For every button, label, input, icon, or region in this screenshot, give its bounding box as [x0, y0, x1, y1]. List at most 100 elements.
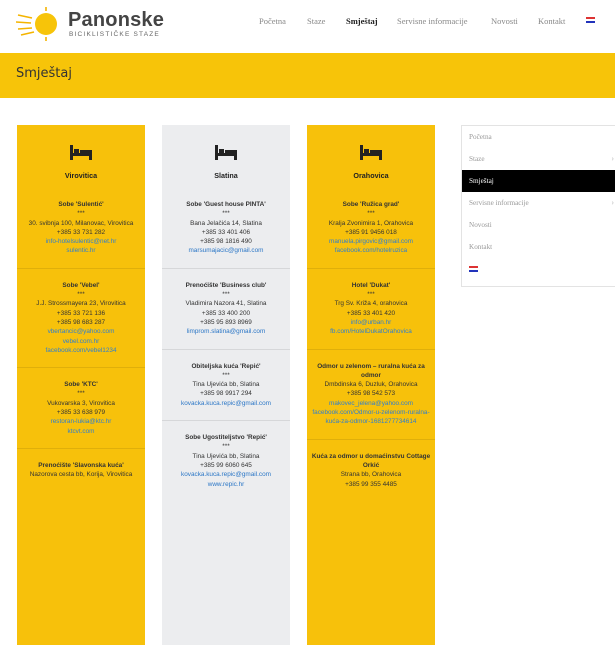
divider — [17, 367, 145, 369]
sidebar-item-label: Servisne informacije — [469, 199, 529, 207]
entry-phone: +385 33 638 979 — [56, 409, 106, 417]
accommodation-entry: Sobe 'Sulentić' *** 30. svibnja 100, Mil… — [17, 200, 145, 256]
entry-email-link[interactable]: vbertancic@yahoo.com — [20, 327, 142, 336]
entry-address: Trg Sv. Križa 4, orahovica — [334, 300, 408, 308]
entry-facebook-link[interactable]: facebook.com/hotelruzica — [310, 246, 432, 255]
sidebar-item-label: Staze — [469, 155, 485, 163]
divider — [17, 267, 145, 269]
accommodation-entry: Sobe 'Ružica grad' *** Kralja Zvonimira … — [307, 200, 435, 256]
accommodation-entry: Kuća za odmor u domaćinstvu Cottage Orki… — [307, 452, 435, 489]
accommodation-entry: Hotel 'Dukat' *** Trg Sv. Križa 4, oraho… — [307, 281, 435, 337]
divider — [307, 348, 435, 350]
entry-phone: +385 99 355 4485 — [345, 480, 397, 488]
entry-address: Strana bb, Orahovica — [340, 471, 402, 479]
accommodation-entry: Prenoćište 'Slavonska kuća' Nazorova ces… — [17, 461, 145, 480]
bed-icon — [70, 145, 92, 160]
main-nav: Početna Staze Smještaj Servisne informac… — [0, 0, 615, 48]
divider — [307, 267, 435, 269]
entry-address: J.J. Strossmayera 23, Virovitica — [36, 300, 126, 308]
divider — [162, 348, 290, 350]
entry-email-link[interactable]: makovec_jelena@yahoo.com — [310, 399, 432, 408]
sidebar-item-novosti[interactable]: Novosti — [462, 214, 615, 236]
entry-email-link[interactable]: info@urban.hr — [310, 318, 432, 327]
nav-item-servisne-informacije[interactable]: Servisne informacije — [397, 16, 468, 26]
entry-email-link[interactable]: info-hotelsulentic@net.hr — [20, 237, 142, 246]
entry-name: Sobe 'Sulentić' — [58, 201, 104, 208]
accommodation-entry: Prenoćište 'Business club' *** Vladimira… — [162, 281, 290, 337]
entry-email-link[interactable]: kovacka.kuca.repic@gmail.com — [165, 399, 287, 408]
entry-name: Obiteljska kuća 'Repić' — [191, 362, 261, 370]
divider — [162, 420, 290, 422]
entry-address: Tina Ujevića bb, Slatina — [192, 381, 260, 389]
uk-flag-icon[interactable] — [586, 17, 595, 23]
sidebar-item-smjestaj[interactable]: Smještaj — [462, 170, 615, 192]
accommodation-entry: Sobe 'Guest house PINTA' *** Bana Jelači… — [162, 200, 290, 256]
entry-web-link[interactable]: ktcvt.com — [20, 427, 142, 436]
nav-item-novosti[interactable]: Novosti — [491, 16, 518, 26]
entry-email-link[interactable]: limprom.slatina@gmail.com — [165, 327, 287, 336]
entry-facebook-link[interactable]: fb.com/HotelDukatOrahovica — [310, 327, 432, 336]
entry-phone: +385 99 6060 645 — [200, 461, 252, 469]
nav-item-kontakt[interactable]: Kontakt — [538, 16, 565, 26]
entry-name: Sobe 'Ružica grad' — [342, 201, 400, 208]
divider — [162, 267, 290, 269]
entry-name: Hotel 'Dukat' — [351, 281, 391, 289]
sidebar-item-kontakt[interactable]: Kontakt — [462, 236, 615, 258]
city-heading: Virovitica — [64, 171, 98, 180]
entry-address: 30. svibnja 100, Milanovac, Virovitica — [28, 219, 134, 227]
entry-facebook-link[interactable]: facebook.com/Odmor-u-zelenom-ruralna-kuć… — [310, 408, 432, 427]
accommodation-entry: Sobe Ugostiteljstvo 'Repić' *** Tina Uje… — [162, 433, 290, 489]
entry-email-link[interactable]: marsumajacic@gmail.com — [165, 246, 287, 255]
entry-stars: *** — [77, 210, 85, 218]
entry-name: Sobe 'KTC' — [64, 381, 98, 389]
entry-web-link[interactable]: www.repic.hr — [165, 480, 287, 489]
entry-phone: +385 33 401 406 — [201, 228, 251, 236]
entry-address: Kralja Zvonimira 1, Orahovica — [328, 219, 414, 227]
entry-phone: +385 33 401 420 — [346, 309, 396, 317]
entry-phone: +385 33 400 200 — [201, 309, 251, 317]
entry-name: Sobe Ugostiteljstvo 'Repić' — [185, 434, 267, 442]
entry-phone: +385 33 721 136 — [56, 309, 106, 317]
sidebar-item-staze[interactable]: Staze › — [462, 148, 615, 170]
sidebar-menu: Početna Staze › Smještaj Servisne inform… — [461, 125, 615, 287]
accommodation-entry: Obiteljska kuća 'Repić' *** Tina Ujevića… — [162, 362, 290, 408]
sidebar-item-label: Novosti — [469, 221, 492, 229]
uk-flag-icon — [469, 266, 478, 272]
sidebar-item-pocetna[interactable]: Početna — [462, 126, 615, 148]
sidebar-item-label: Smještaj — [469, 177, 494, 185]
entry-address: Dmbdinska 6, Duzluk, Orahovica — [324, 381, 418, 389]
entry-name: Odmor u zelenom – ruralna kuća za odmor — [317, 362, 425, 379]
entry-stars: *** — [77, 390, 85, 398]
sidebar-item-servisne-informacije[interactable]: Servisne informacije › — [462, 192, 615, 214]
entry-phone: +385 33 731 282 — [56, 228, 106, 236]
chevron-right-icon: › — [611, 198, 614, 207]
bed-icon — [215, 145, 237, 160]
entry-address: Tina Ujevića bb, Slatina — [192, 452, 260, 460]
nav-item-staze[interactable]: Staze — [307, 16, 325, 26]
divider — [307, 438, 435, 440]
entry-email-link[interactable]: manuela.pirgovic@gmail.com — [310, 237, 432, 246]
entry-facebook-link[interactable]: facebook.com/vebel1234 — [20, 346, 142, 355]
accommodation-entry: Sobe 'KTC' *** Vukovarska 3, Virovitica … — [17, 380, 145, 436]
entry-phone: +385 98 9917 294 — [200, 390, 252, 398]
accommodation-column-orahovica: Orahovica Sobe 'Ružica grad' *** Kralja … — [307, 125, 435, 645]
entry-web-link[interactable]: sulentic.hr — [20, 246, 142, 255]
nav-item-pocetna[interactable]: Početna — [259, 16, 286, 26]
entry-address: Nazorova cesta bb, Korija, Virovitica — [29, 471, 133, 479]
entry-stars: *** — [77, 291, 85, 299]
bed-icon — [360, 145, 382, 160]
entry-name: Sobe 'Vebel' — [62, 281, 100, 289]
entry-phone: +385 98 683 287 — [56, 318, 106, 326]
page-title: Smještaj — [16, 66, 72, 81]
entry-phone: +385 95 893 8969 — [200, 318, 252, 326]
entry-phone: +385 98 1816 490 — [200, 238, 252, 246]
entry-phone: +385 98 542 573 — [346, 390, 396, 398]
entry-stars: *** — [367, 210, 375, 218]
entry-email-link[interactable]: kovacka.kuca.repic@gmail.com — [165, 470, 287, 479]
accommodation-entry: Odmor u zelenom – ruralna kuća za odmor … — [307, 362, 435, 427]
entry-email-link[interactable]: restoran-lukia@ktc.hr — [20, 417, 142, 426]
entry-web-link[interactable]: vebel.com.hr — [20, 337, 142, 346]
nav-item-smjestaj[interactable]: Smještaj — [346, 16, 378, 26]
sidebar-item-language[interactable] — [462, 258, 615, 280]
entry-name: Sobe 'Guest house PINTA' — [186, 201, 266, 208]
